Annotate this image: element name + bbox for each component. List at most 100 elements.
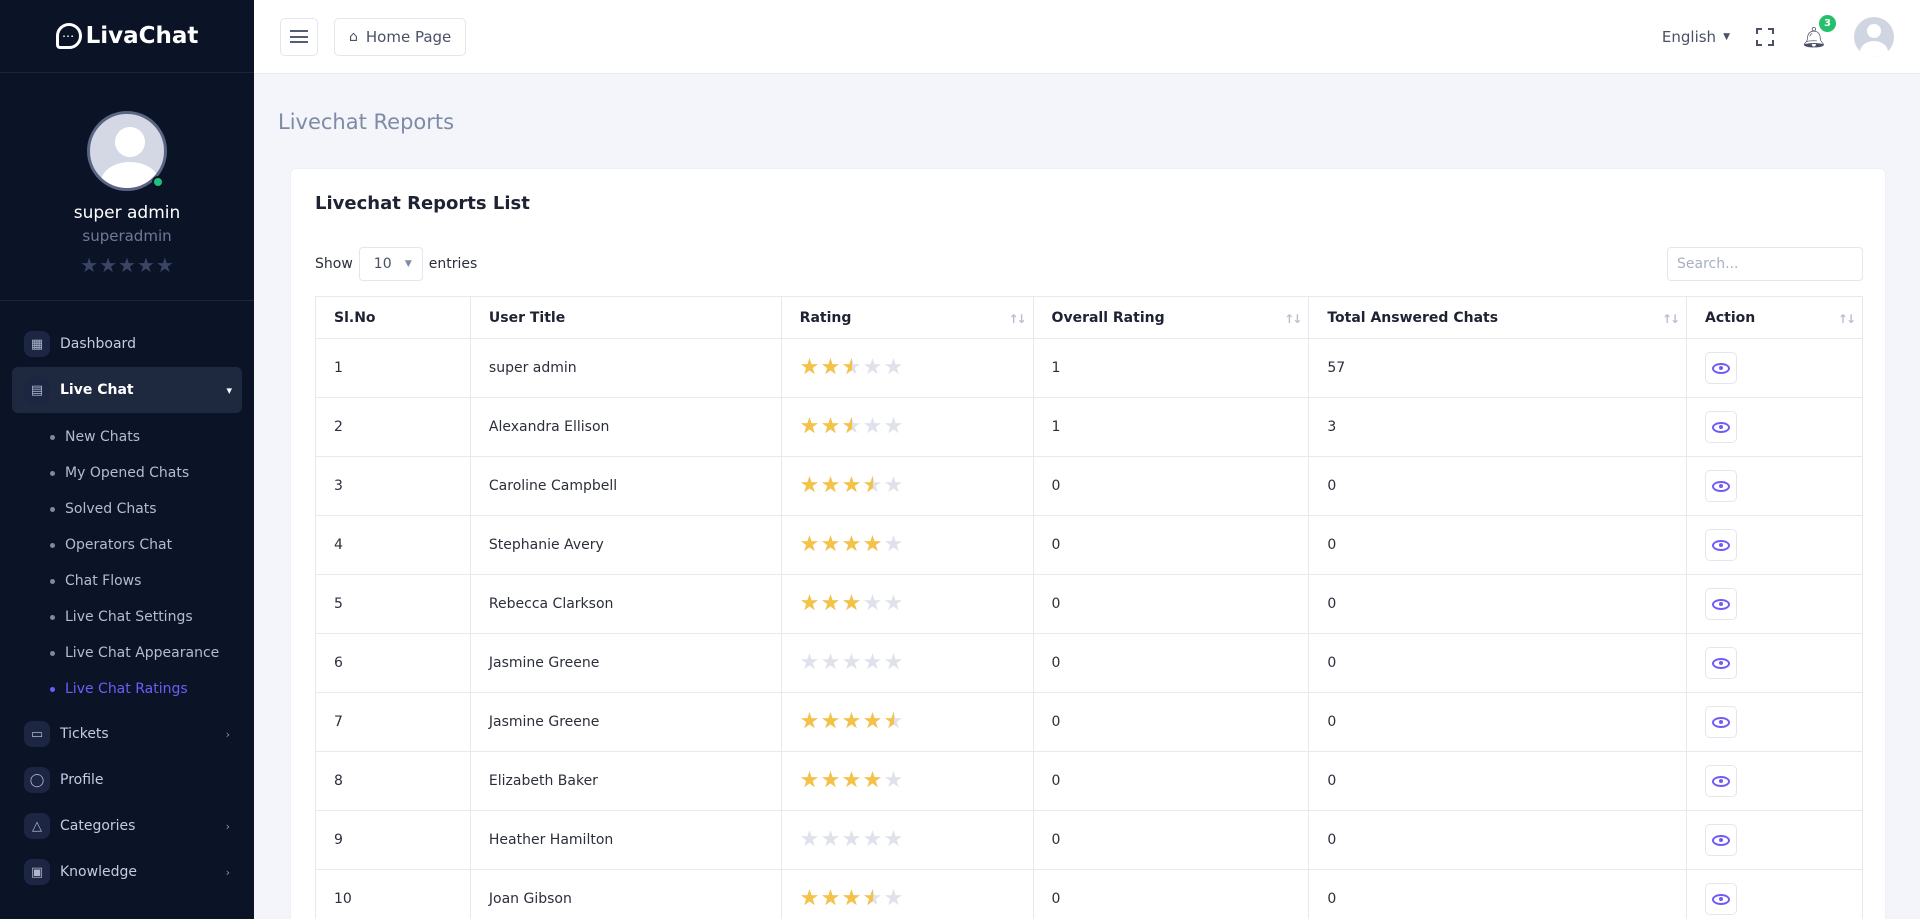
star-icon: ★★ [799,650,820,675]
brand[interactable]: ··· LivaChat [0,0,254,73]
star-icon: ★ [155,253,174,277]
rating-stars: ★★★★★★★★★★ [800,593,1015,615]
view-button[interactable] [1705,352,1738,384]
entries-select[interactable]: 10 ▼ [358,247,423,281]
submenu-item-operators-chat[interactable]: Operators Chat [0,527,254,563]
sidebar-item-profile[interactable]: ◯ Profile [0,757,254,803]
cell-user-title: Jasmine Greene [469,692,782,752]
star-icon: ★★ [841,709,862,734]
star-icon: ★ [118,253,136,277]
star-icon: ★★ [862,827,883,852]
star-icon: ★★ [841,355,862,380]
chevron-right-icon: › [225,819,230,833]
reports-card: Livechat Reports List Show 10 ▼ entries … [290,168,1886,919]
submenu-item-live-chat-appearance[interactable]: Live Chat Appearance [0,635,254,671]
cell-slno: 3 [315,456,471,516]
star-icon: ★★ [862,473,883,498]
column-header-action[interactable]: Action ↑↓ [1686,296,1863,339]
star-icon: ★★ [820,532,841,557]
cell-user-title: Alexandra Ellison [469,397,782,457]
view-button[interactable] [1705,706,1738,738]
user-rating-stars: ★ ★ ★ ★ ★ [80,253,174,277]
view-button[interactable] [1705,883,1738,915]
cell-rating: ★★★★★★★★★★ [780,515,1034,575]
cell-rating: ★★★★★★★★★★ [780,751,1034,811]
table-row: 8Elizabeth Baker★★★★★★★★★★00 [315,751,1863,811]
rating-stars: ★★★★★★★★★★ [800,770,1015,792]
sidebar-item-label: Profile [60,772,104,788]
sidebar-item-dashboard[interactable]: ▦ Dashboard [0,321,254,367]
submenu-item-chat-flows[interactable]: Chat Flows [0,563,254,599]
cell-rating: ★★★★★★★★★★ [780,692,1034,752]
chevron-right-icon: › [225,727,230,741]
menu-toggle-button[interactable] [280,17,318,56]
sidebar-item-tickets[interactable]: ▭ Tickets › [0,711,254,757]
sidebar-item-knowledge[interactable]: ▣ Knowledge › [0,849,254,895]
language-dropdown[interactable]: English ▼ [1662,28,1730,46]
cell-action [1686,456,1863,516]
cell-action [1686,869,1863,919]
star-icon: ★★ [862,650,883,675]
submenu-item-solved-chats[interactable]: Solved Chats [0,491,254,527]
home-page-label: Home Page [365,27,452,46]
column-header-overall-rating[interactable]: Overall Rating ↑↓ [1032,296,1310,339]
star-icon: ★★ [883,473,904,498]
user-name: super admin [73,203,181,223]
view-button[interactable] [1705,411,1738,443]
cell-user-title: Elizabeth Baker [469,751,782,811]
rating-stars: ★★★★★★★★★★ [800,534,1015,556]
column-header-slno[interactable]: Sl.No [315,296,471,339]
view-button[interactable] [1705,529,1738,561]
hamburger-icon [290,30,308,43]
user-avatar-button[interactable] [1854,16,1894,57]
cell-rating: ★★★★★★★★★★ [780,869,1034,919]
cell-slno: 1 [315,338,471,398]
sidebar-item-label: Live Chat [60,382,134,398]
language-label: English [1661,27,1717,46]
view-button[interactable] [1705,470,1738,502]
card-title: Livechat Reports List [315,193,530,214]
star-icon: ★★ [799,768,820,793]
entries-label: entries [428,256,478,272]
sidebar-item-categories[interactable]: △ Categories › [0,803,254,849]
fullscreen-icon[interactable] [1756,27,1774,46]
cell-overall-rating: 1 [1032,338,1310,398]
table-row: 2Alexandra Ellison★★★★★★★★★★13 [315,397,1863,457]
topbar: ⌂ Home Page English ▼ 🔔︎ 3 [254,0,1920,74]
view-button[interactable] [1705,765,1738,797]
caret-down-icon: ▼ [1723,31,1730,42]
view-button[interactable] [1705,647,1738,679]
star-icon: ★★ [841,591,862,616]
notification-bell-icon[interactable]: 🔔︎ 3 [1800,14,1836,49]
home-icon: ⌂ [349,28,358,45]
sidebar-item-live-chat[interactable]: ▤ Live Chat ▾ [12,367,242,413]
star-icon: ★★ [820,768,841,793]
star-icon: ★★ [862,355,883,380]
table-row: 3Caroline Campbell★★★★★★★★★★00 [315,456,1863,516]
search-input[interactable] [1667,247,1863,281]
star-icon: ★★ [862,414,883,439]
star-icon: ★★ [841,532,862,557]
star-icon: ★★ [820,709,841,734]
sidebar: ··· LivaChat super admin superadmin ★ ★ … [0,0,254,919]
table-row: 9Heather Hamilton★★★★★★★★★★00 [315,810,1863,870]
column-header-user-title[interactable]: User Title [469,296,782,339]
submenu-item-my-opened-chats[interactable]: My Opened Chats [0,455,254,491]
submenu-item-live-chat-settings[interactable]: Live Chat Settings [0,599,254,635]
home-page-button[interactable]: ⌂ Home Page [334,17,467,56]
column-header-rating[interactable]: Rating ↑↓ [780,296,1034,339]
sort-icon: ↑↓ [1008,312,1026,326]
submenu-item-new-chats[interactable]: New Chats [0,419,254,455]
sort-icon: ↑↓ [1284,312,1302,326]
cell-user-title: super admin [469,338,782,398]
view-button[interactable] [1705,588,1738,620]
view-button[interactable] [1705,824,1738,856]
star-icon: ★★ [820,414,841,439]
cell-total-answered-chats: 3 [1308,397,1688,457]
ticket-icon: ▭ [24,721,50,747]
column-header-total-answered-chats[interactable]: Total Answered Chats ↑↓ [1308,296,1688,339]
cell-rating: ★★★★★★★★★★ [780,397,1034,457]
submenu-item-live-chat-ratings[interactable]: Live Chat Ratings [0,671,254,707]
cell-total-answered-chats: 0 [1308,515,1688,575]
rating-stars: ★★★★★★★★★★ [800,711,1015,733]
